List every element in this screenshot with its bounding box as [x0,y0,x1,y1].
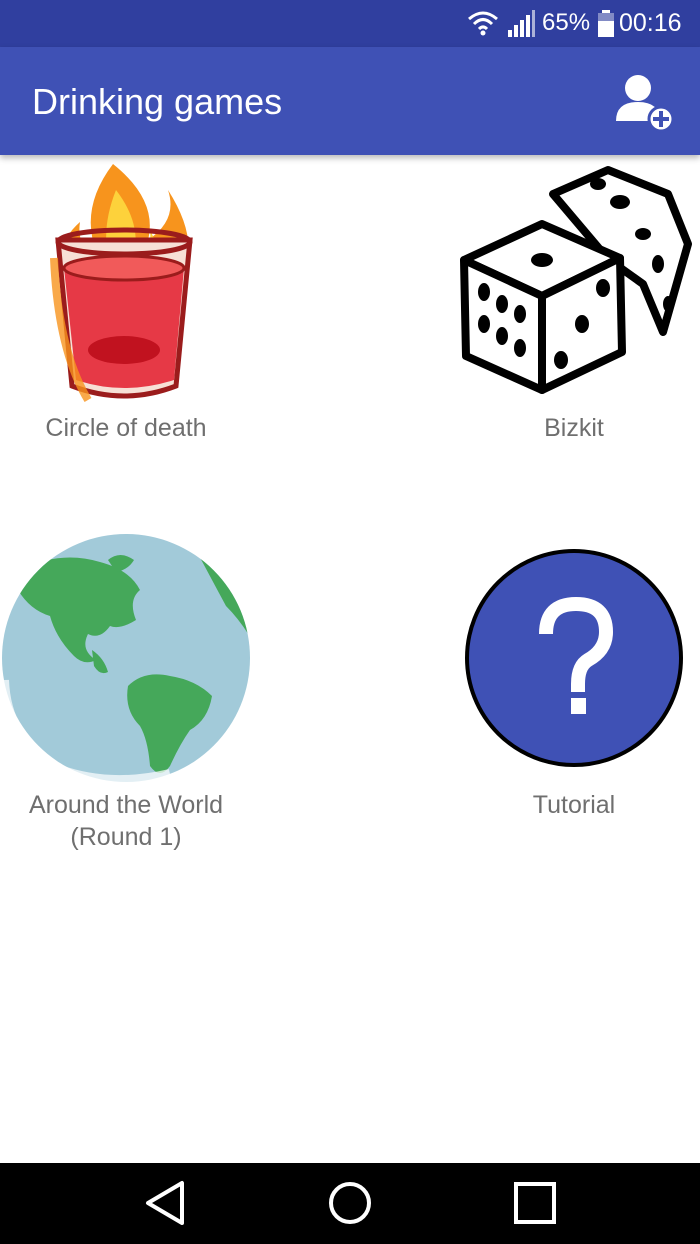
game-label: (Round 1) [70,823,182,851]
game-label: Tutorial [532,791,616,819]
game-tile-circle-of-death[interactable]: Circle of death [0,160,252,450]
globe-icon [0,534,250,782]
game-tile-bizkit[interactable]: Bizkit [448,160,700,450]
add-player-button[interactable] [612,71,676,135]
clock-time: 00:16 [619,9,682,37]
home-button[interactable] [290,1163,410,1244]
game-label: Bizkit [544,414,604,442]
battery-icon [598,10,614,37]
battery-percent: 65% [542,9,591,36]
dice-icon [460,166,692,394]
recents-icon [514,1182,556,1224]
help-question-icon [465,549,683,767]
home-icon [329,1182,371,1224]
back-button[interactable] [106,1163,226,1244]
game-tile-tutorial[interactable]: Tutorial [448,548,700,838]
back-icon [146,1181,184,1225]
recents-button[interactable] [475,1163,595,1244]
system-nav-bar [0,1163,700,1244]
game-label: Circle of death [45,414,207,442]
signal-icon [508,10,535,37]
game-tile-around-the-world[interactable]: Around the World (Round 1) [0,530,252,860]
app-bar: Drinking games [0,47,700,155]
flaming-shot-icon [50,164,193,403]
status-bar: 65% 00:16 [0,0,700,47]
page-title: Drinking games [32,81,283,122]
add-player-icon [616,75,675,133]
game-label: Around the World [28,791,224,819]
wifi-icon [468,11,498,36]
